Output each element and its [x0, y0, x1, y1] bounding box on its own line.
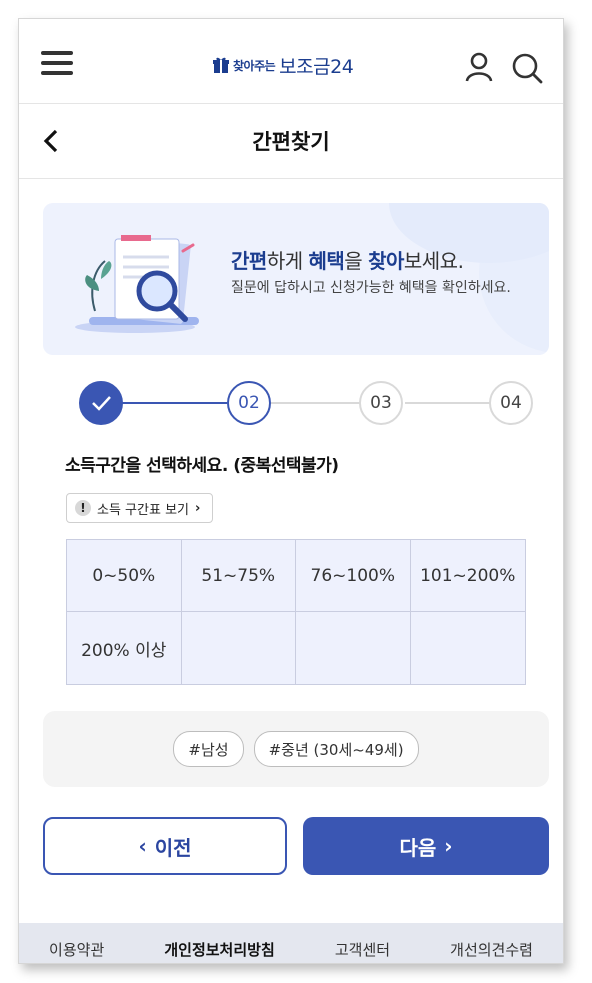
footer-link-feedback[interactable]: 개선의견수렴: [450, 939, 533, 960]
prev-button[interactable]: ‹ 이전: [43, 817, 287, 875]
intro-banner: 간편하게 혜택을 찾아보세요. 질문에 답하시고 신청가능한 혜택을 확인하세요…: [43, 203, 549, 355]
question-text: 소득구간을 선택하세요. (중복선택불가): [65, 456, 339, 476]
income-table-button[interactable]: ! 소득 구간표 보기 ›: [66, 493, 214, 523]
logo-big-text: 보조금24: [279, 55, 354, 78]
site-logo[interactable]: 찾아주는 보조금24: [213, 53, 354, 78]
prev-label: 이전: [154, 835, 192, 860]
option-empty: [182, 612, 296, 684]
check-icon: [92, 396, 111, 411]
top-bar: 찾아주는 보조금24: [19, 19, 563, 103]
step-2: 02: [227, 381, 271, 425]
exclamation-icon: !: [75, 500, 91, 516]
selected-tags-box: #남성 #중년 (30세~49세): [43, 711, 549, 787]
step-3: 03: [359, 381, 403, 425]
tag-gender[interactable]: #남성: [173, 731, 244, 767]
option-101-200[interactable]: 101~200%: [410, 540, 525, 612]
option-0-50[interactable]: 0~50%: [67, 540, 182, 612]
page-title: 간편찾기: [252, 130, 330, 154]
sub-header: 간편찾기: [19, 103, 563, 179]
option-200-plus[interactable]: 200% 이상: [67, 612, 182, 684]
footer-link-privacy[interactable]: 개인정보처리방침: [164, 939, 274, 960]
tag-age[interactable]: #중년 (30세~49세): [253, 731, 419, 767]
step-progress: 02 03 04: [79, 381, 533, 425]
option-empty: [296, 612, 411, 684]
income-option-grid: 0~50% 51~75% 76~100% 101~200% 200% 이상: [66, 539, 526, 685]
option-51-75[interactable]: 51~75%: [181, 540, 296, 612]
income-table-label: 소득 구간표 보기: [97, 502, 189, 518]
option-empty: [411, 612, 526, 684]
user-icon[interactable]: [464, 52, 494, 82]
logo-small-text: 찾아주는: [233, 58, 276, 73]
footer-link-terms[interactable]: 이용약관: [49, 939, 104, 960]
next-label: 다음: [399, 835, 437, 860]
banner-subtext: 질문에 답하시고 신청가능한 혜택을 확인하세요.: [231, 280, 511, 296]
app-frame: 찾아주는 보조금24 간편찾기 간편하게 혜택을 찾아보세요. 질문에 답하시고…: [18, 18, 564, 964]
chevron-right-icon: ›: [444, 834, 453, 858]
chevron-left-icon: ‹: [138, 834, 147, 858]
gift-icon: [213, 57, 229, 73]
option-76-100[interactable]: 76~100%: [296, 540, 411, 612]
hamburger-menu-icon[interactable]: [41, 51, 73, 75]
step-1: [79, 381, 123, 425]
chevron-right-icon: ›: [195, 500, 201, 516]
document-magnifier-illustration: [75, 235, 199, 333]
step-4: 04: [489, 381, 533, 425]
footer: 이용약관 개인정보처리방침 고객센터 개선의견수렴: [19, 923, 563, 963]
next-button[interactable]: 다음 ›: [303, 817, 549, 875]
banner-heading: 간편하게 혜택을 찾아보세요.: [231, 249, 464, 273]
search-icon[interactable]: [511, 52, 543, 84]
footer-link-support[interactable]: 고객센터: [335, 939, 390, 960]
